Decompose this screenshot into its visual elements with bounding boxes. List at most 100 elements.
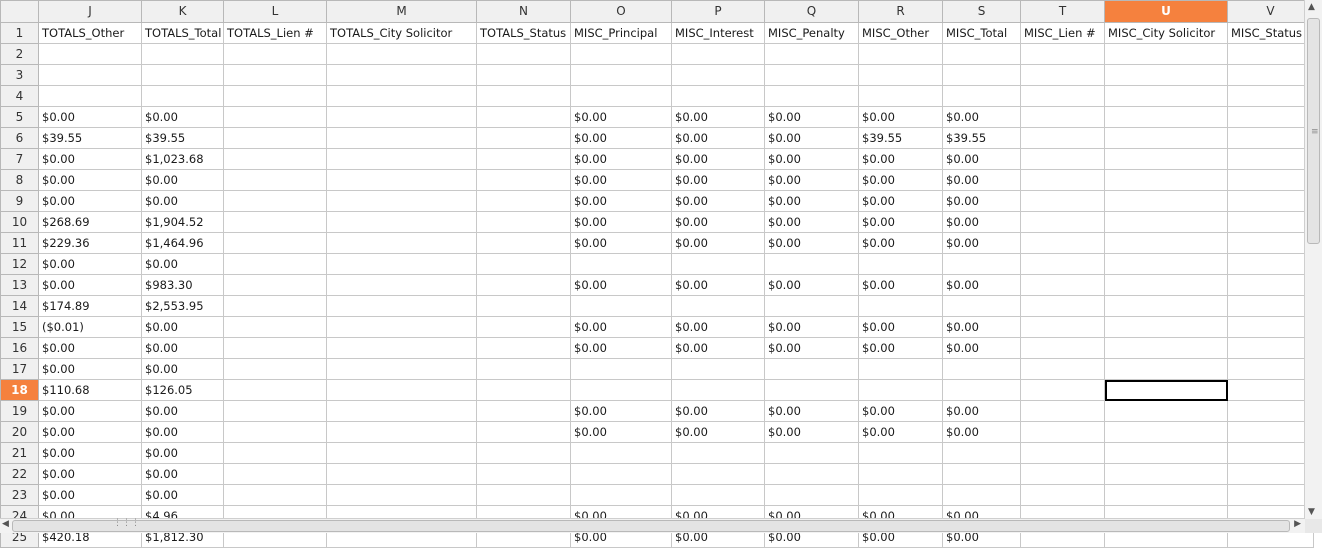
grid-cell[interactable]: $0.00 (38, 106, 142, 128)
grid-cell[interactable] (1020, 232, 1105, 254)
grid-cell[interactable]: $0.00 (671, 169, 765, 191)
column-header-l[interactable]: L (223, 0, 327, 23)
row-header-22[interactable]: 22 (0, 463, 39, 485)
grid-cell[interactable] (1227, 337, 1314, 359)
grid-cell[interactable]: $0.00 (570, 337, 672, 359)
grid-cell[interactable] (1020, 85, 1105, 107)
grid-cell[interactable] (476, 442, 571, 464)
grid-cell[interactable] (764, 484, 859, 506)
grid-cell[interactable]: $0.00 (141, 463, 224, 485)
grid-cell[interactable] (326, 232, 477, 254)
grid-cell[interactable] (223, 442, 327, 464)
grid-cell[interactable] (671, 379, 765, 401)
grid-cell[interactable]: $0.00 (671, 337, 765, 359)
grid-cell[interactable] (141, 64, 224, 86)
grid-cell[interactable] (326, 211, 477, 233)
grid-cell[interactable] (223, 358, 327, 380)
grid-cell[interactable] (858, 463, 943, 485)
grid-cell[interactable] (1020, 148, 1105, 170)
grid-cell[interactable]: TOTALS_Status (476, 22, 571, 44)
grid-cell[interactable] (1227, 148, 1314, 170)
grid-cell[interactable]: $0.00 (141, 316, 224, 338)
grid-cell[interactable] (1020, 64, 1105, 86)
grid-cell[interactable] (1227, 484, 1314, 506)
grid-cell[interactable] (1227, 190, 1314, 212)
grid-cell[interactable] (1020, 295, 1105, 317)
grid-cell[interactable] (942, 64, 1021, 86)
grid-cell[interactable] (570, 442, 672, 464)
grid-cell[interactable]: MISC_Status (1227, 22, 1314, 44)
column-header-k[interactable]: K (141, 0, 224, 23)
grid-cell[interactable] (326, 337, 477, 359)
grid-cell[interactable] (858, 379, 943, 401)
grid-cell[interactable] (326, 253, 477, 275)
grid-cell[interactable]: $0.00 (141, 190, 224, 212)
grid-cell[interactable] (1104, 127, 1228, 149)
grid-cell[interactable] (1104, 358, 1228, 380)
grid-cell[interactable] (476, 358, 571, 380)
grid-cell[interactable] (942, 484, 1021, 506)
grid-cell[interactable] (476, 127, 571, 149)
grid-cell[interactable] (1020, 274, 1105, 296)
grid-cell[interactable] (476, 169, 571, 191)
grid-cell[interactable] (476, 253, 571, 275)
scroll-down-icon[interactable]: ▼ (1308, 507, 1315, 517)
grid-cell[interactable]: $0.00 (858, 169, 943, 191)
grid-cell[interactable] (1104, 337, 1228, 359)
grid-cell[interactable] (141, 85, 224, 107)
select-all-corner[interactable] (0, 0, 39, 23)
grid-cell[interactable] (1104, 43, 1228, 65)
grid-cell[interactable] (326, 85, 477, 107)
grid-cell[interactable]: $0.00 (942, 421, 1021, 443)
selected-cell[interactable] (1104, 379, 1228, 401)
grid-cell[interactable] (476, 337, 571, 359)
grid-cell[interactable]: $0.00 (38, 148, 142, 170)
grid-cell[interactable]: $126.05 (141, 379, 224, 401)
grid-cell[interactable] (326, 274, 477, 296)
grid-cell[interactable]: $0.00 (570, 211, 672, 233)
row-header-12[interactable]: 12 (0, 253, 39, 275)
grid-cell[interactable] (1104, 253, 1228, 275)
grid-cell[interactable]: MISC_City Solicitor (1104, 22, 1228, 44)
grid-cell[interactable]: $0.00 (570, 169, 672, 191)
grid-cell[interactable] (223, 64, 327, 86)
row-header-23[interactable]: 23 (0, 484, 39, 506)
grid-cell[interactable] (38, 64, 142, 86)
grid-cell[interactable] (1020, 169, 1105, 191)
grid-cell[interactable]: $1,023.68 (141, 148, 224, 170)
grid-cell[interactable] (942, 85, 1021, 107)
grid-cell[interactable] (1020, 484, 1105, 506)
grid-cell[interactable] (476, 43, 571, 65)
grid-cell[interactable] (671, 64, 765, 86)
grid-cell[interactable] (476, 148, 571, 170)
grid-cell[interactable] (326, 190, 477, 212)
grid-cell[interactable] (1104, 484, 1228, 506)
grid-cell[interactable] (1104, 64, 1228, 86)
grid-cell[interactable] (1104, 211, 1228, 233)
grid-cell[interactable]: $0.00 (141, 169, 224, 191)
row-header-6[interactable]: 6 (0, 127, 39, 149)
grid-cell[interactable]: $0.00 (671, 211, 765, 233)
grid-cell[interactable] (1227, 442, 1314, 464)
grid-cell[interactable]: $0.00 (942, 148, 1021, 170)
grid-cell[interactable] (326, 295, 477, 317)
grid-cell[interactable] (1104, 316, 1228, 338)
grid-cell[interactable]: $174.89 (38, 295, 142, 317)
grid-cell[interactable] (671, 43, 765, 65)
grid-cell[interactable] (1227, 295, 1314, 317)
grid-cell[interactable] (1104, 148, 1228, 170)
grid-cell[interactable] (223, 295, 327, 317)
grid-cell[interactable]: $0.00 (141, 337, 224, 359)
scroll-up-icon[interactable]: ▲ (1308, 2, 1315, 12)
row-header-11[interactable]: 11 (0, 232, 39, 254)
grid-cell[interactable] (1020, 463, 1105, 485)
grid-cell[interactable]: $0.00 (38, 484, 142, 506)
grid-cell[interactable] (570, 253, 672, 275)
grid-cell[interactable] (476, 379, 571, 401)
grid-cell[interactable]: $0.00 (671, 274, 765, 296)
grid-cell[interactable]: $0.00 (570, 106, 672, 128)
grid-cell[interactable]: $0.00 (858, 421, 943, 443)
grid-cell[interactable] (223, 379, 327, 401)
grid-cell[interactable] (1227, 85, 1314, 107)
grid-cell[interactable] (570, 295, 672, 317)
